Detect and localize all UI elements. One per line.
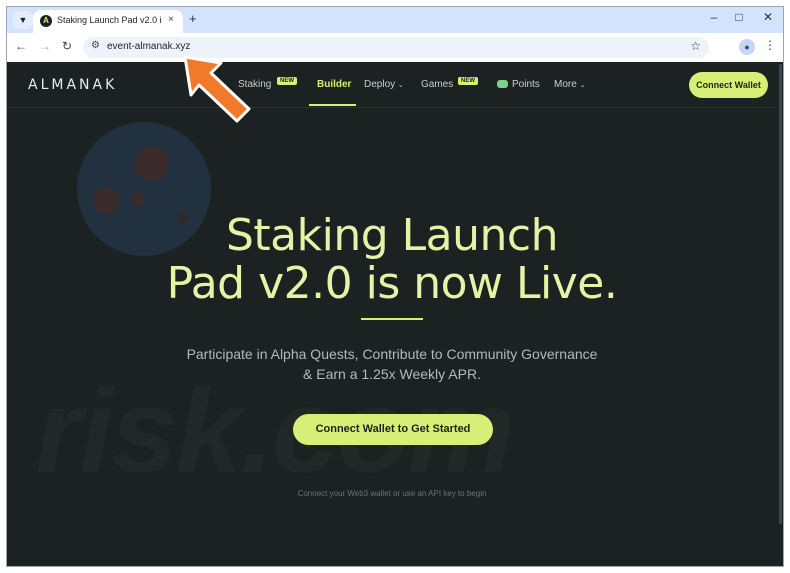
tab-search-button[interactable]: ▼ — [13, 11, 33, 29]
almanak-favicon-icon: A — [40, 15, 52, 27]
bookmark-star-icon[interactable]: ☆ — [690, 39, 701, 53]
chevron-down-icon: ⌄ — [397, 82, 404, 89]
active-indicator — [309, 104, 356, 106]
site-header: ALMANAK Staking NEW Builder Deploy ⌄ Gam… — [7, 62, 777, 108]
hero-title: Staking Launch Pad v2.0 is now Live. — [7, 212, 777, 308]
new-badge: NEW — [458, 77, 478, 85]
watermark-dot — [131, 192, 145, 206]
reload-icon[interactable]: ↻ — [59, 39, 75, 53]
browser-window: ▼ A Staking Launch Pad v2.0 is now Live … — [6, 6, 784, 567]
menu-kebab-icon[interactable]: ⋮ — [764, 38, 776, 52]
site-info-icon[interactable]: ⚙ — [91, 40, 100, 51]
connect-hint-text: Connect your Web3 wallet or use an API k… — [297, 489, 487, 498]
hero-subtitle-line1: Participate in Alpha Quests, Contribute … — [186, 346, 598, 362]
title-divider — [361, 318, 423, 320]
nav-deploy[interactable]: Deploy ⌄ — [364, 79, 404, 90]
profile-avatar-icon[interactable]: ● — [739, 39, 755, 55]
tab-strip: ▼ A Staking Launch Pad v2.0 is now Live … — [7, 7, 783, 33]
watermark-dot — [93, 188, 119, 214]
web-page: risk.com ALMANAK Staking NEW Builder Dep… — [7, 62, 783, 566]
new-badge: NEW — [277, 77, 297, 85]
connect-wallet-cta-button[interactable]: Connect Wallet to Get Started — [293, 414, 493, 445]
minimize-icon[interactable]: – — [704, 10, 724, 24]
scrollbar-thumb[interactable] — [779, 64, 782, 524]
connect-wallet-button[interactable]: Connect Wallet — [689, 72, 768, 98]
close-tab-icon[interactable]: × — [168, 14, 174, 25]
address-bar[interactable]: ⚙ event-almanak.xyz ☆ — [83, 37, 709, 58]
hero-subtitle: Participate in Alpha Quests, Contribute … — [7, 344, 777, 384]
tab-title: Staking Launch Pad v2.0 is now Live — [57, 15, 162, 25]
back-arrow-icon[interactable]: ← — [13, 39, 29, 53]
nav-more[interactable]: More ⌄ — [554, 79, 585, 90]
hero-title-line1: Staking Launch — [226, 210, 558, 261]
new-tab-icon[interactable]: + — [189, 11, 197, 26]
pointer-arrow-icon — [183, 55, 251, 123]
maximize-icon[interactable]: □ — [729, 10, 749, 24]
hero-title-line2: Pad v2.0 is now Live. — [166, 258, 618, 309]
window-close-icon[interactable]: ✕ — [758, 10, 778, 24]
nav-games[interactable]: Games — [421, 79, 453, 90]
chevron-down-icon: ▼ — [18, 15, 28, 25]
scrollbar[interactable] — [777, 62, 783, 566]
browser-toolbar: ← → ↻ ⚙ event-almanak.xyz ☆ ● ⋮ — [7, 33, 783, 62]
nav-points[interactable]: Points — [512, 79, 540, 90]
browser-tab[interactable]: A Staking Launch Pad v2.0 is now Live × — [33, 10, 183, 33]
url-text[interactable]: event-almanak.xyz — [107, 41, 190, 52]
hero-subtitle-line2: & Earn a 1.25x Weekly APR. — [303, 366, 481, 382]
almanak-logo[interactable]: ALMANAK — [28, 77, 117, 93]
gamepad-icon — [497, 80, 508, 88]
forward-arrow-icon[interactable]: → — [37, 39, 53, 53]
watermark-dot — [135, 147, 169, 181]
chevron-down-icon: ⌄ — [579, 82, 586, 89]
nav-builder[interactable]: Builder — [317, 79, 351, 90]
